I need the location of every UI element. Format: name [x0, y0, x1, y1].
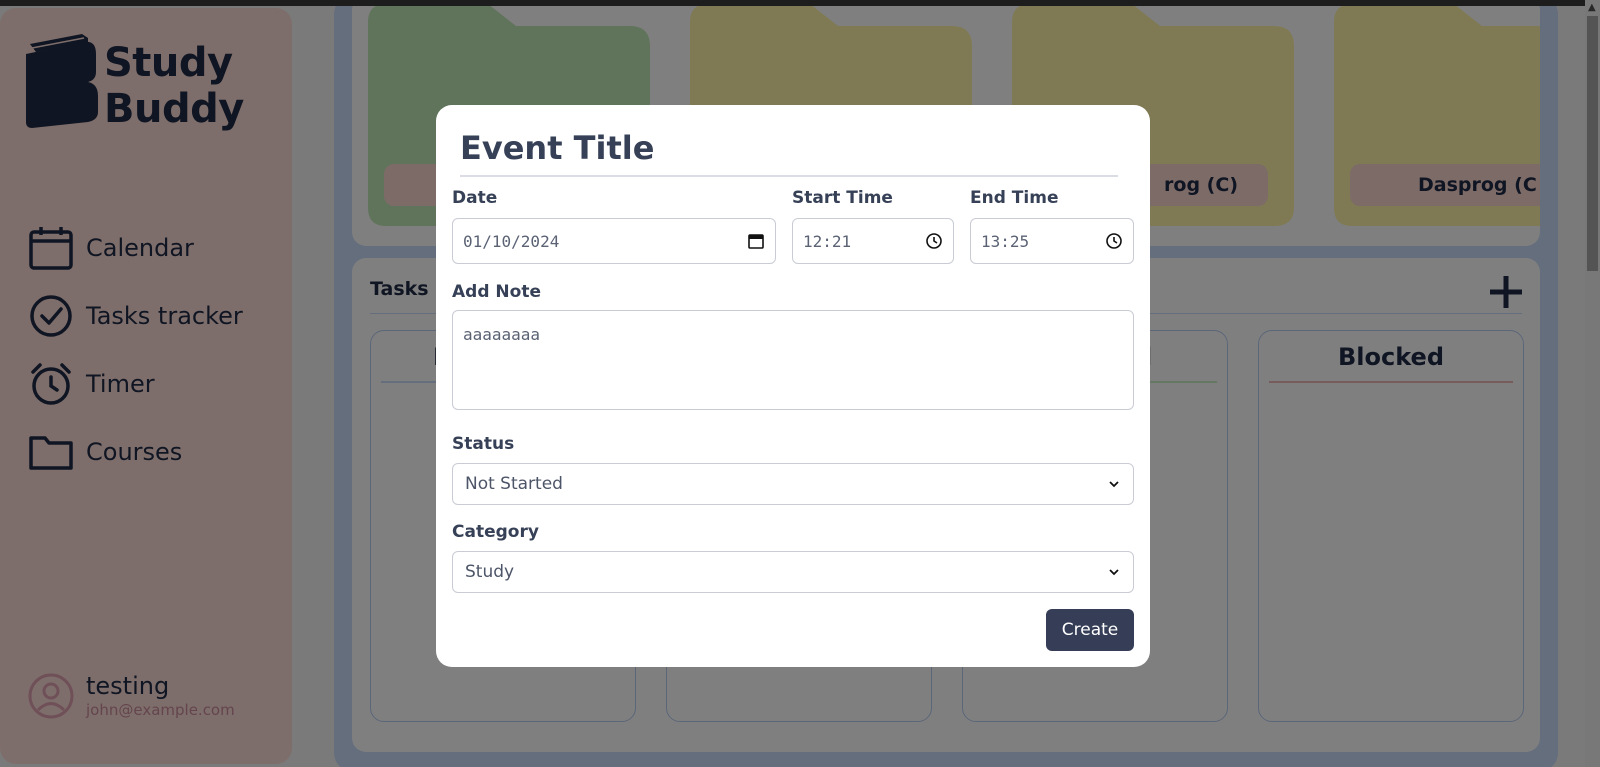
- start-time-value: 12:21: [803, 231, 852, 251]
- chevron-down-icon: [1109, 481, 1119, 488]
- create-event-modal: Event Title Date 01/10/2024 Start Time 1…: [436, 105, 1150, 667]
- category-label: Category: [452, 522, 539, 542]
- clock-icon[interactable]: [1105, 232, 1123, 250]
- create-button[interactable]: Create: [1046, 609, 1134, 651]
- date-label: Date: [452, 188, 498, 208]
- status-select[interactable]: Not Started: [452, 463, 1134, 505]
- category-select[interactable]: Study: [452, 551, 1134, 593]
- end-time-input[interactable]: 13:25: [970, 218, 1134, 264]
- add-note-label: Add Note: [452, 282, 541, 302]
- status-value: Not Started: [465, 474, 563, 494]
- clock-icon[interactable]: [925, 232, 943, 250]
- status-label: Status: [452, 434, 515, 454]
- date-value: 01/10/2024: [463, 231, 560, 251]
- note-textarea[interactable]: aaaaaaaa: [452, 310, 1134, 410]
- start-time-label: Start Time: [792, 188, 893, 208]
- end-time-value: 13:25: [981, 231, 1030, 251]
- date-input[interactable]: 01/10/2024: [452, 218, 776, 264]
- event-title-input[interactable]: Event Title: [460, 125, 1118, 177]
- calendar-picker-icon[interactable]: [747, 232, 765, 250]
- category-value: Study: [465, 562, 515, 582]
- end-time-label: End Time: [970, 188, 1059, 208]
- start-time-input[interactable]: 12:21: [792, 218, 954, 264]
- chevron-down-icon: [1109, 569, 1119, 576]
